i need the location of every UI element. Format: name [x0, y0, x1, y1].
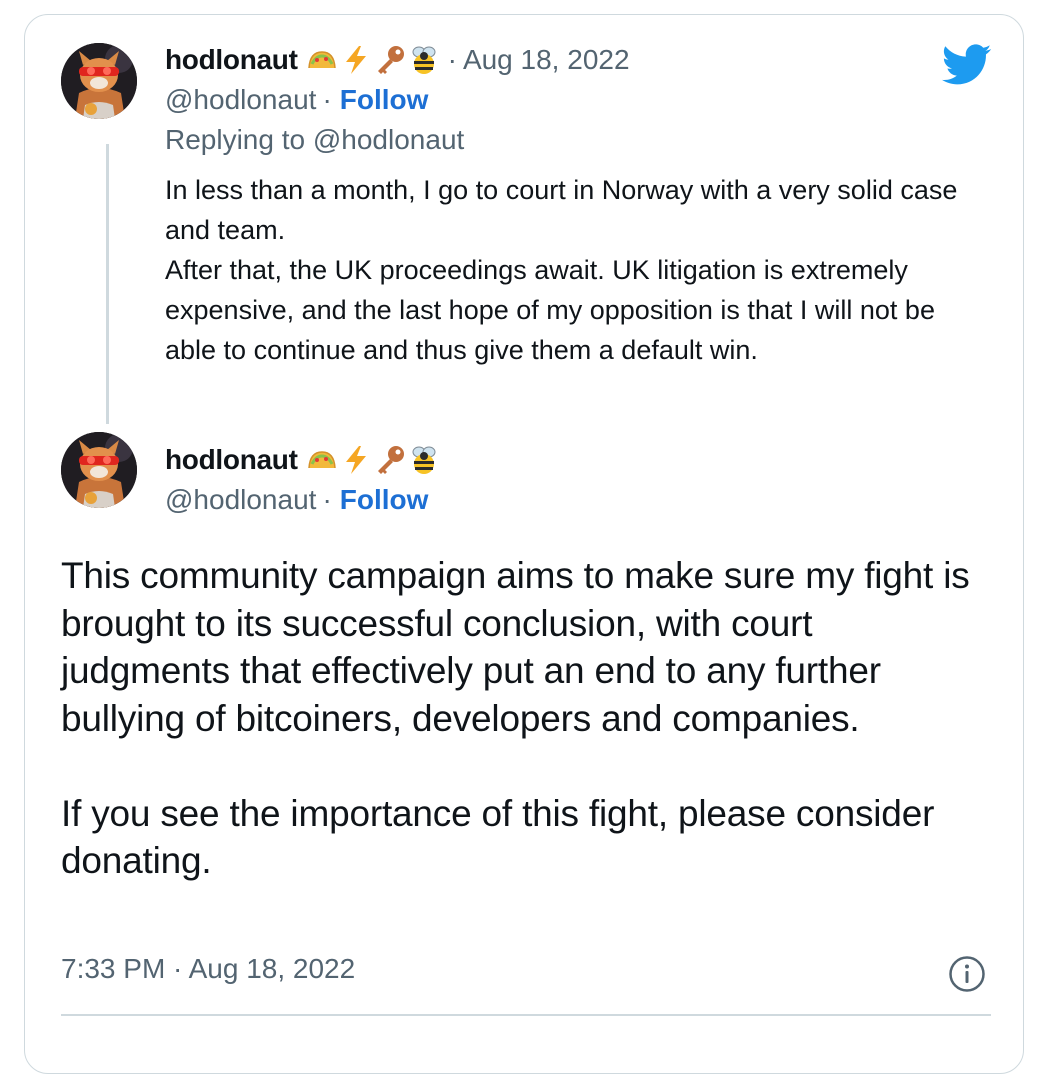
- handle[interactable]: @hodlonaut: [165, 484, 316, 516]
- follow-button[interactable]: Follow: [340, 484, 429, 516]
- twitter-bird-icon[interactable]: [942, 44, 992, 86]
- key-icon: [374, 44, 406, 76]
- divider: [61, 1014, 991, 1016]
- reply-tweet-text: In less than a month, I go to court in N…: [165, 175, 958, 365]
- avatar[interactable]: [61, 43, 137, 119]
- separator-dot: ·: [447, 44, 457, 75]
- avatar[interactable]: [61, 432, 137, 508]
- key-icon: [374, 444, 406, 476]
- info-icon[interactable]: [948, 955, 986, 993]
- display-name[interactable]: hodlonaut: [165, 444, 298, 476]
- tweet-timestamp[interactable]: 7:33 PM · Aug 18, 2022: [61, 953, 355, 985]
- name-emojis: [306, 444, 440, 476]
- separator-dot: ·: [322, 84, 332, 115]
- bee-icon: [408, 444, 440, 476]
- lightning-icon: [340, 44, 372, 76]
- name-emojis: [306, 44, 440, 76]
- separator-dot: ·: [322, 484, 332, 515]
- follow-button[interactable]: Follow: [340, 84, 429, 116]
- taco-icon: [306, 44, 338, 76]
- bee-icon: [408, 44, 440, 76]
- taco-icon: [306, 444, 338, 476]
- main-tweet-text: This community campaign aims to make sur…: [61, 555, 970, 881]
- tweet-date[interactable]: Aug 18, 2022: [463, 44, 630, 76]
- main-handle-row: @hodlonaut · Follow: [165, 484, 428, 516]
- reply-handle-row: @hodlonaut · Follow: [165, 84, 428, 116]
- main-author-row: hodlonaut: [165, 444, 440, 476]
- replying-to[interactable]: Replying to @hodlonaut: [165, 124, 464, 156]
- lightning-icon: [340, 444, 372, 476]
- thread-connector-line: [106, 144, 109, 424]
- handle[interactable]: @hodlonaut: [165, 84, 316, 116]
- display-name[interactable]: hodlonaut: [165, 44, 298, 76]
- reply-author-row: hodlonaut · Aug 18, 2022: [165, 44, 630, 76]
